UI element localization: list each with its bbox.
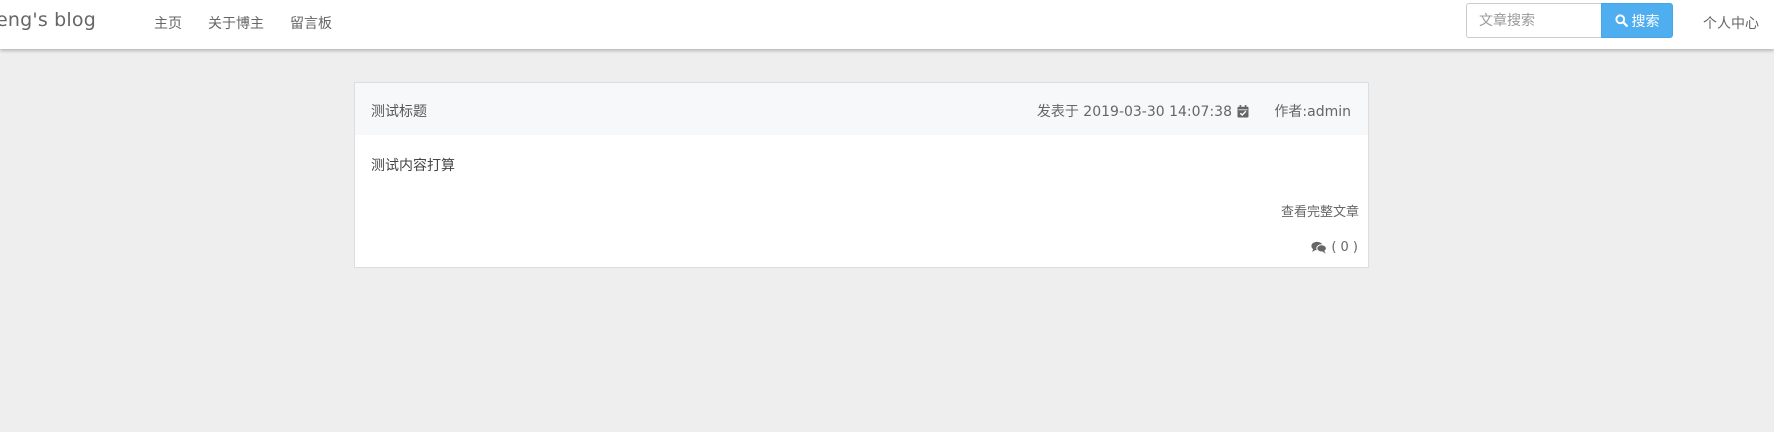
article-card-header: 测试标题 发表于 2019-03-30 14:07:38 作者:admin: [355, 83, 1368, 135]
search-button[interactable]: 搜索: [1601, 3, 1673, 38]
nav-link-guestbook[interactable]: 留言板: [290, 13, 332, 33]
search-button-label: 搜索: [1631, 13, 1660, 30]
nav-link-about[interactable]: 关于博主: [208, 13, 264, 33]
user-center-link[interactable]: 个人中心: [1703, 13, 1759, 33]
comments-icon: [1311, 241, 1328, 254]
calendar-check-icon: [1237, 104, 1249, 117]
article-card: 测试标题 发表于 2019-03-30 14:07:38 作者:admin 测试…: [354, 82, 1369, 268]
article-title[interactable]: 测试标题: [371, 101, 427, 121]
top-navbar: eng's blog 主页 关于博主 留言板 搜索 个人中心: [0, 0, 1774, 49]
article-author: 作者:admin: [1274, 104, 1351, 120]
read-full-article-link[interactable]: 查看完整文章: [1281, 201, 1359, 220]
nav-link-home[interactable]: 主页: [154, 13, 182, 33]
search-input[interactable]: [1466, 3, 1601, 38]
search-icon: [1614, 14, 1628, 27]
site-brand[interactable]: eng's blog: [0, 9, 96, 31]
article-excerpt: 测试内容打算: [371, 158, 455, 174]
article-date: 发表于 2019-03-30 14:07:38: [1037, 101, 1249, 121]
comments-count[interactable]: ( 0 ): [1311, 240, 1358, 255]
comments-count-text: ( 0 ): [1331, 240, 1358, 255]
article-date-text: 发表于 2019-03-30 14:07:38: [1036, 104, 1232, 120]
